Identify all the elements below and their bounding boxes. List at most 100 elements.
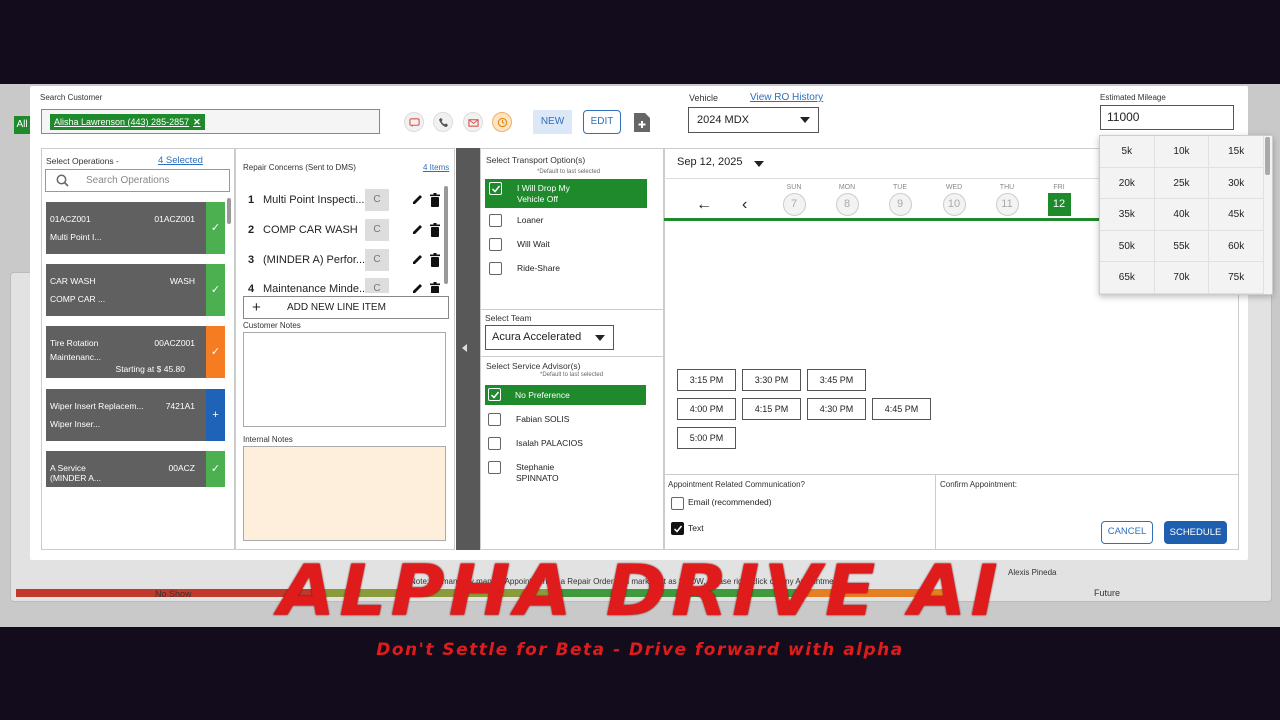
new-button[interactable]: NEW bbox=[533, 110, 572, 134]
chevron-left-icon[interactable]: ‹ bbox=[742, 197, 747, 213]
trash-icon[interactable] bbox=[429, 223, 441, 237]
mileage-option[interactable]: 70k bbox=[1154, 262, 1210, 294]
concern-code[interactable]: C bbox=[365, 189, 389, 211]
operations-search-input[interactable]: Search Operations bbox=[45, 169, 230, 192]
concern-text: Maintenance Minde... bbox=[263, 283, 365, 293]
concern-code[interactable]: C bbox=[365, 278, 389, 293]
mileage-option[interactable]: 15k bbox=[1209, 136, 1264, 168]
mileage-input[interactable]: 11000 bbox=[1100, 105, 1234, 130]
day-wed[interactable]: WED 10 bbox=[939, 184, 969, 216]
checkbox-email[interactable] bbox=[671, 497, 684, 510]
trash-icon[interactable] bbox=[429, 282, 441, 293]
customer-chip[interactable]: Alisha Lawrenson (443) 285-2857 ✕ bbox=[50, 114, 205, 130]
collapse-divider[interactable] bbox=[456, 148, 480, 550]
mileage-option[interactable]: 5k bbox=[1100, 136, 1155, 168]
concern-row[interactable]: 3 (MINDER A) Perfor... C bbox=[243, 249, 448, 271]
pencil-icon[interactable] bbox=[411, 223, 424, 236]
mileage-option[interactable]: 60k bbox=[1209, 230, 1264, 262]
checkbox-checked-icon[interactable] bbox=[489, 182, 502, 195]
time-slot[interactable]: 3:15 PM bbox=[677, 369, 736, 391]
operation-desc: Wiper Inser... bbox=[50, 419, 101, 429]
view-ro-history-link[interactable]: View RO History bbox=[750, 92, 823, 103]
mileage-option[interactable]: 50k bbox=[1100, 230, 1155, 262]
mileage-option[interactable]: 20k bbox=[1100, 167, 1155, 199]
transport-option-drop-off[interactable]: I Will Drop My Vehicle Off bbox=[485, 179, 647, 208]
time-slot[interactable]: 4:30 PM bbox=[807, 398, 866, 420]
customer-notes-textarea[interactable] bbox=[243, 332, 446, 427]
all-tab[interactable]: All bbox=[14, 116, 30, 134]
pencil-icon[interactable] bbox=[411, 253, 424, 266]
mileage-option[interactable]: 40k bbox=[1154, 199, 1210, 231]
time-slot[interactable]: 3:30 PM bbox=[742, 369, 801, 391]
time-slot[interactable]: 3:45 PM bbox=[807, 369, 866, 391]
pencil-icon[interactable] bbox=[411, 193, 424, 206]
checkbox-advisor[interactable] bbox=[488, 413, 501, 426]
time-slot[interactable]: 4:00 PM bbox=[677, 398, 736, 420]
checkbox-will-wait[interactable] bbox=[489, 238, 502, 251]
plus-icon[interactable]: + bbox=[206, 389, 225, 441]
add-line-item-button[interactable]: + ADD NEW LINE ITEM bbox=[243, 296, 449, 319]
operation-card[interactable]: Tire Rotation 00ACZ001 Maintenanc... Sta… bbox=[46, 326, 225, 378]
time-slot[interactable]: 5:00 PM bbox=[677, 427, 736, 449]
mileage-option[interactable]: 65k bbox=[1100, 262, 1155, 294]
operation-card[interactable]: A Service 00ACZ (MINDER A... ✓ bbox=[46, 451, 225, 487]
add-document-icon[interactable] bbox=[633, 112, 651, 133]
internal-notes-textarea[interactable] bbox=[243, 446, 446, 541]
mileage-scrollbar[interactable] bbox=[1265, 137, 1270, 175]
cancel-button[interactable]: CANCEL bbox=[1101, 521, 1153, 544]
day-tue[interactable]: TUE 9 bbox=[885, 184, 915, 216]
checkbox-checked-icon[interactable] bbox=[488, 388, 501, 401]
operation-card[interactable]: Wiper Insert Replacem... 7421A1 Wiper In… bbox=[46, 389, 225, 441]
edit-button[interactable]: EDIT bbox=[583, 110, 621, 134]
day-sun[interactable]: SUN 7 bbox=[779, 184, 809, 216]
email-icon[interactable] bbox=[463, 112, 483, 132]
day-fri[interactable]: FRI 12 bbox=[1044, 184, 1074, 216]
advisor-no-preference[interactable]: No Preference bbox=[485, 385, 646, 405]
checkbox-advisor[interactable] bbox=[488, 461, 501, 474]
arrow-left-icon[interactable]: ← bbox=[696, 197, 712, 213]
mileage-option[interactable]: 75k bbox=[1209, 262, 1264, 294]
operations-selected-link[interactable]: 4 Selected bbox=[158, 155, 203, 166]
trash-icon[interactable] bbox=[429, 193, 441, 207]
date-select[interactable]: Sep 12, 2025 bbox=[677, 156, 772, 172]
operation-card[interactable]: 01ACZ001 01ACZ001 Multi Point I... ✓ bbox=[46, 202, 225, 254]
clock-icon[interactable] bbox=[492, 112, 512, 132]
check-icon[interactable]: ✓ bbox=[206, 202, 225, 254]
sms-icon[interactable] bbox=[404, 112, 424, 132]
trash-icon[interactable] bbox=[429, 253, 441, 267]
schedule-button[interactable]: SCHEDULE bbox=[1164, 521, 1227, 544]
checkbox-ride-share[interactable] bbox=[489, 262, 502, 275]
time-slot[interactable]: 4:45 PM bbox=[872, 398, 931, 420]
mileage-option[interactable]: 55k bbox=[1154, 230, 1210, 262]
team-select[interactable]: Acura Accelerated bbox=[485, 325, 614, 350]
concern-row[interactable]: 2 COMP CAR WASH C bbox=[243, 219, 448, 241]
concern-code[interactable]: C bbox=[365, 249, 389, 271]
operations-scrollbar[interactable] bbox=[227, 198, 231, 224]
checkbox-loaner[interactable] bbox=[489, 214, 502, 227]
mileage-option[interactable]: 10k bbox=[1154, 136, 1210, 168]
mileage-option[interactable]: 35k bbox=[1100, 199, 1155, 231]
vehicle-select[interactable]: 2024 MDX bbox=[688, 107, 819, 133]
time-slot[interactable]: 4:15 PM bbox=[742, 398, 801, 420]
chevron-left-icon[interactable] bbox=[462, 344, 467, 352]
check-icon[interactable]: ✓ bbox=[206, 264, 225, 316]
concern-row[interactable]: 1 Multi Point Inspecti... C bbox=[243, 189, 448, 211]
mileage-option[interactable]: 45k bbox=[1209, 199, 1264, 231]
day-thu[interactable]: THU 11 bbox=[992, 184, 1022, 216]
pencil-icon[interactable] bbox=[411, 282, 424, 293]
operation-card[interactable]: CAR WASH WASH COMP CAR ... ✓ bbox=[46, 264, 225, 316]
mileage-option[interactable]: 30k bbox=[1209, 167, 1264, 199]
checkbox-advisor[interactable] bbox=[488, 437, 501, 450]
day-name: MON bbox=[838, 184, 856, 191]
concern-code[interactable]: C bbox=[365, 219, 389, 241]
phone-icon[interactable] bbox=[433, 112, 453, 132]
checkbox-text[interactable] bbox=[671, 522, 684, 535]
internal-notes-label: Internal Notes bbox=[243, 435, 293, 444]
concerns-count[interactable]: 4 Items bbox=[423, 163, 449, 172]
day-mon[interactable]: MON 8 bbox=[832, 184, 862, 216]
mileage-option[interactable]: 25k bbox=[1154, 167, 1210, 199]
check-icon[interactable]: ✓ bbox=[206, 326, 225, 378]
concern-row[interactable]: 4 Maintenance Minde... C bbox=[243, 278, 448, 293]
check-icon[interactable]: ✓ bbox=[206, 451, 225, 487]
close-icon[interactable]: ✕ bbox=[193, 117, 201, 127]
